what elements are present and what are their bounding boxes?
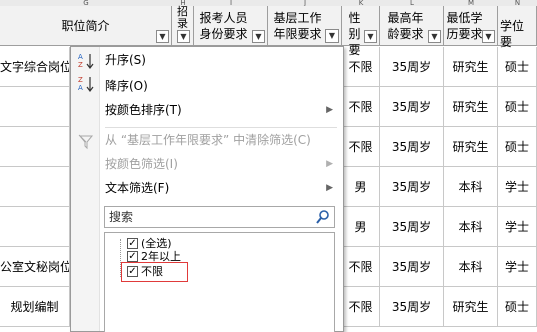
header-label: 报考人员身份要求 [199, 11, 248, 41]
cell-education[interactable]: 研究生 [444, 87, 498, 127]
cell-gender[interactable]: 不限 [342, 87, 380, 127]
submenu-arrow-icon: ▶ [326, 159, 333, 169]
menu-filter-by-color: 按颜色筛选(I) ▶ [99, 153, 343, 175]
filter-values-list[interactable]: ✓ (全选) ✓ 2年以上 ✓ 不限 [104, 232, 335, 332]
cell-gender[interactable]: 不限 [342, 127, 380, 167]
header-recruit-count: 招录 ▼ [172, 6, 194, 46]
header-job-description: 职位简介 ▼ [0, 6, 172, 46]
cell-gender[interactable]: 不限 [342, 287, 380, 327]
cell-degree[interactable]: 硕士 [498, 87, 537, 127]
cell-degree[interactable]: 学士 [498, 167, 537, 207]
cell-education[interactable]: 研究生 [444, 287, 498, 327]
header-label: 最高年龄要求 [387, 11, 424, 41]
header-label: 职位简介 [61, 19, 110, 33]
menu-sort-descending[interactable]: 降序(O) [99, 75, 343, 97]
cell-education[interactable]: 研究生 [444, 47, 498, 87]
menu-clear-filter: 从 “基层工作年限要求” 中清除筛选(C) [105, 133, 311, 147]
cell-degree[interactable]: 硕士 [498, 287, 537, 327]
cell-job-description[interactable]: 文字综合岗位 [0, 47, 70, 87]
cell-degree[interactable]: 学士 [498, 207, 537, 247]
filter-dropdown-button[interactable]: ▼ [252, 30, 265, 43]
sort-ascending-icon: A Z [77, 52, 95, 72]
cell-job-description[interactable]: 公室文秘岗位 [0, 247, 70, 287]
filter-dropdown-button[interactable]: ▼ [177, 30, 190, 43]
submenu-arrow-icon: ▶ [326, 105, 333, 115]
cell-degree[interactable]: 硕士 [498, 47, 537, 87]
cell-job-description[interactable] [0, 207, 70, 247]
menu-sort-ascending[interactable]: 升序(S) [99, 49, 343, 71]
cell-gender[interactable]: 不限 [342, 47, 380, 87]
cell-max-age[interactable]: 35周岁 [380, 287, 444, 327]
search-placeholder: 搜索 [109, 210, 134, 224]
header-work-years-requirement: 基层工作年限要求 ▼ [268, 6, 342, 46]
clear-filter-icon [77, 133, 95, 153]
cell-job-description[interactable] [0, 127, 70, 167]
filter-search-input[interactable]: 搜索 [104, 206, 335, 228]
cell-gender[interactable]: 男 [342, 167, 380, 207]
filter-dropdown-button[interactable]: ▼ [428, 30, 441, 43]
cell-max-age[interactable]: 35周岁 [380, 167, 444, 207]
header-min-education: 最低学历要求 ▼ [444, 6, 498, 46]
header-label: 最低学历要求 [446, 11, 483, 41]
cell-education[interactable]: 本科 [444, 167, 498, 207]
svg-text:A: A [78, 84, 83, 92]
menu-sort-by-color[interactable]: 按颜色排序(T) ▶ [99, 99, 343, 121]
filter-dropdown-button[interactable]: ▼ [156, 30, 169, 43]
svg-text:A: A [78, 53, 83, 61]
menu-item-label: 按颜色排序(T) [105, 103, 182, 117]
header-label: 基层工作年限要求 [273, 11, 322, 41]
cell-gender[interactable]: 男 [342, 207, 380, 247]
cell-job-description[interactable] [0, 167, 70, 207]
checkbox-checked[interactable]: ✓ [127, 251, 138, 262]
header-gender-requirement: 性别要 ▼ [342, 6, 380, 57]
menu-separator [105, 127, 337, 128]
header-label: 招录 [177, 5, 188, 30]
menu-item-label: 按颜色筛选(I) [105, 157, 178, 171]
menu-text-filter[interactable]: 文本筛选(F) ▶ [99, 177, 343, 199]
cell-degree[interactable]: 学士 [498, 247, 537, 287]
filter-dropdown-button[interactable]: ▼ [364, 30, 377, 43]
highlight-annotation-box [121, 262, 188, 282]
cell-max-age[interactable]: 35周岁 [380, 247, 444, 287]
header-label: 学位要 [500, 19, 525, 49]
cell-education[interactable]: 研究生 [444, 127, 498, 167]
cell-max-age[interactable]: 35周岁 [380, 127, 444, 167]
svg-text:Z: Z [78, 76, 83, 84]
cell-max-age[interactable]: 35周岁 [380, 47, 444, 87]
svg-text:Z: Z [78, 61, 83, 69]
cell-max-age[interactable]: 35周岁 [380, 87, 444, 127]
cell-education[interactable]: 本科 [444, 207, 498, 247]
submenu-arrow-icon: ▶ [326, 183, 333, 193]
cell-education[interactable]: 本科 [444, 247, 498, 287]
filter-dropdown-button[interactable]: ▼ [482, 30, 495, 43]
cell-max-age[interactable]: 35周岁 [380, 207, 444, 247]
cell-gender[interactable]: 不限 [342, 247, 380, 287]
menu-item-label: 文本筛选(F) [105, 181, 170, 195]
header-degree-requirement: 学位要 [498, 6, 537, 49]
header-identity-requirement: 报考人员身份要求 ▼ [194, 6, 268, 46]
sort-descending-icon: Z A [77, 75, 95, 95]
cell-job-description[interactable] [0, 87, 70, 127]
cell-degree[interactable]: 硕士 [498, 127, 537, 167]
checkbox-checked[interactable]: ✓ [127, 238, 138, 249]
header-max-age: 最高年龄要求 ▼ [380, 6, 444, 46]
search-icon[interactable] [315, 209, 331, 225]
list-item-label: (全选) [141, 237, 172, 250]
filter-dropdown-button-active[interactable]: ▼ [325, 29, 339, 43]
cell-job-description[interactable]: 规划编制 [0, 287, 70, 327]
